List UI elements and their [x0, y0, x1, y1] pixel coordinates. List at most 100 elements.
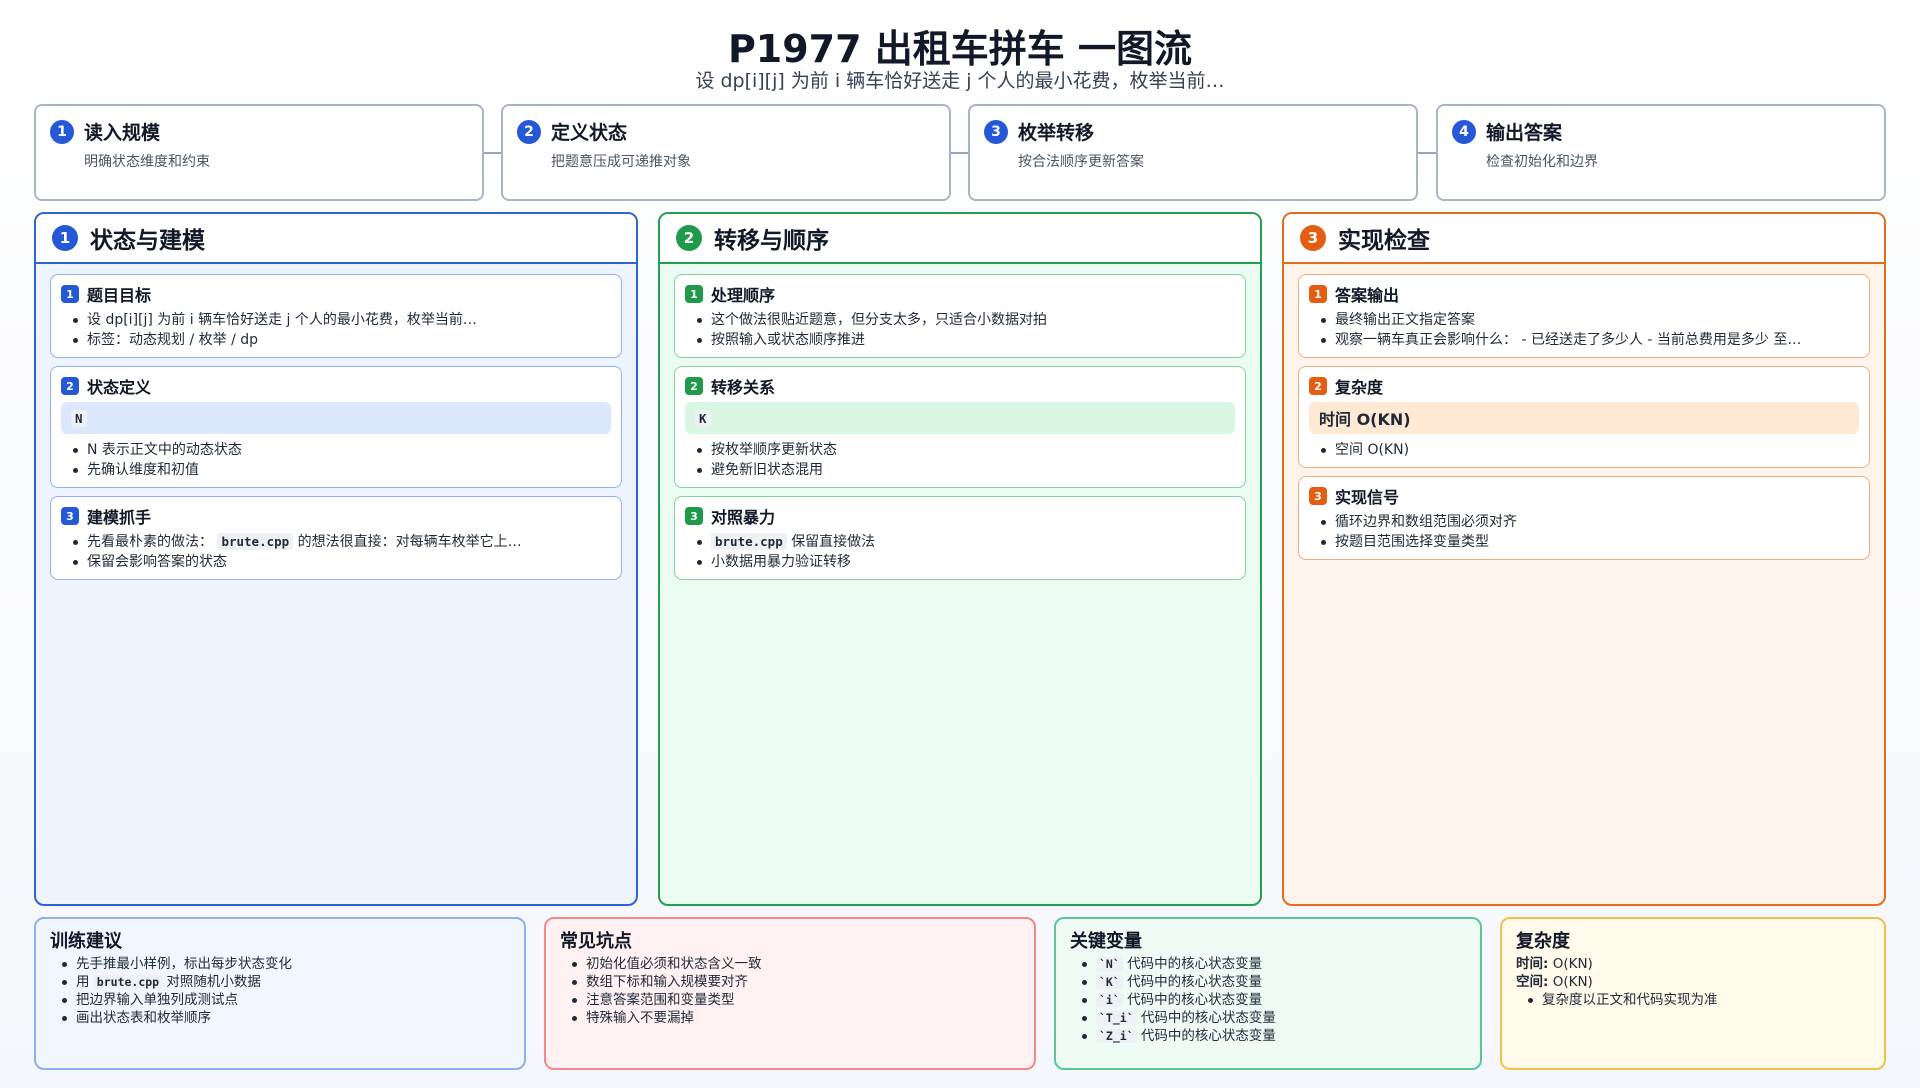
panel-title: 关键变量 [1070, 931, 1142, 952]
step-desc: 把题意压成可递推对象 [551, 154, 691, 170]
list-item: `Z_i` 代码中的核心状态变量 [1082, 1027, 1466, 1045]
list-item: 按照输入或状态顺序推进 [697, 330, 1235, 350]
card-number-badge: 3 [685, 507, 703, 525]
list-item: `K` 代码中的核心状态变量 [1082, 973, 1466, 991]
list-item: brute.cpp 保留直接做法 [697, 532, 1235, 552]
card-title: 题目目标 [87, 286, 152, 305]
step-desc: 检查初始化和边界 [1486, 154, 1598, 170]
step-desc: 按合法顺序更新答案 [1018, 154, 1144, 170]
page-subtitle: 设 dp[i][j] 为前 i 辆车恰好送走 j 个人的最小花费，枚举当前… [695, 70, 1225, 92]
card-brute-force: 3 对照暴力 brute.cpp 保留直接做法 小数据用暴力验证转移 [674, 496, 1246, 580]
card-answer-output: 1 答案输出 最终输出正文指定答案 观察一辆车真正会影响什么： - 已经送走了多… [1298, 274, 1870, 358]
list-item: 按枚举顺序更新状态 [697, 440, 1235, 460]
card-title: 实现信号 [1335, 488, 1400, 507]
card-number-badge: 3 [1309, 487, 1327, 505]
code-snippet: `K` [1096, 975, 1123, 989]
step-desc: 明确状态维度和约束 [84, 154, 210, 170]
code-snippet: N [71, 409, 87, 427]
card-order: 1 处理顺序 这个做法很贴近题意，但分支太多，只适合小数据对拍 按照输入或状态顺… [674, 274, 1246, 358]
list-item: 注意答案范围和变量类型 [572, 991, 1020, 1009]
space-complexity: 空间: O(KN) [1516, 974, 1593, 990]
card-impl-signal: 3 实现信号 循环边界和数组范围必须对齐 按题目范围选择变量类型 [1298, 476, 1870, 560]
panel-key-variables: 关键变量 `N` 代码中的核心状态变量 `K` 代码中的核心状态变量 `i` 代… [1054, 917, 1482, 1070]
list-item: 这个做法很贴近题意，但分支太多，只适合小数据对拍 [697, 310, 1235, 330]
panel-title: 常见坑点 [560, 931, 632, 952]
column-header: 2 转移与顺序 [660, 214, 1260, 264]
card-goal: 1 题目目标 设 dp[i][j] 为前 i 辆车恰好送走 j 个人的最小花费，… [50, 274, 622, 358]
column-header: 1 状态与建模 [36, 214, 636, 264]
step-card-4: 4 输出答案 检查初始化和边界 [1436, 104, 1886, 201]
list-item: N 表示正文中的动态状态 [73, 440, 611, 460]
column-number-badge: 3 [1300, 225, 1326, 251]
step-title: 输出答案 [1486, 122, 1563, 144]
list-item: 用 brute.cpp 对照随机小数据 [62, 973, 510, 991]
step-card-3: 3 枚举转移 按合法顺序更新答案 [968, 104, 1418, 201]
column-title: 状态与建模 [90, 228, 205, 254]
list-item: 避免新旧状态混用 [697, 460, 1235, 480]
step-title: 定义状态 [551, 122, 628, 144]
card-number-badge: 2 [1309, 377, 1327, 395]
steps-row: 1 读入规模 明确状态维度和约束 2 定义状态 把题意压成可递推对象 3 枚举转… [34, 104, 1886, 201]
column-number-badge: 1 [52, 225, 78, 251]
list-item: 先看最朴素的做法： brute.cpp 的想法很直接：对每辆车枚举它上… [73, 532, 611, 552]
panel-title: 训练建议 [50, 931, 122, 952]
card-title: 答案输出 [1335, 286, 1400, 305]
code-snippet: `Z_i` [1096, 1029, 1137, 1043]
panel-training-tips: 训练建议 先手推最小样例，标出每步状态变化 用 brute.cpp 对照随机小数… [34, 917, 526, 1070]
list-item: 复杂度以正文和代码实现为准 [1528, 991, 1870, 1009]
list-item: 小数据用暴力验证转移 [697, 552, 1235, 572]
list-item: 设 dp[i][j] 为前 i 辆车恰好送走 j 个人的最小花费，枚举当前… [73, 310, 611, 330]
list-item: 空间 O(KN) [1321, 440, 1859, 460]
card-complexity: 2 复杂度 时间 O(KN) 空间 O(KN) [1298, 366, 1870, 468]
panel-complexity: 复杂度 时间: O(KN) 空间: O(KN) 复杂度以正文和代码实现为准 [1500, 917, 1886, 1070]
list-item: 把边界输入单独列成测试点 [62, 991, 510, 1009]
code-snippet: brute.cpp [93, 975, 163, 989]
list-item: 先确认维度和初值 [73, 460, 611, 480]
step-number-badge: 2 [517, 119, 541, 144]
step-card-1: 1 读入规模 明确状态维度和约束 [34, 104, 484, 201]
card-state-def: 2 状态定义 N N 表示正文中的动态状态 先确认维度和初值 [50, 366, 622, 488]
card-title: 状态定义 [87, 378, 152, 397]
column-title: 实现检查 [1338, 228, 1430, 254]
column-title: 转移与顺序 [714, 228, 829, 254]
card-number-badge: 1 [1309, 285, 1327, 303]
code-snippet: `i` [1096, 993, 1123, 1007]
list-item: `N` 代码中的核心状态变量 [1082, 955, 1466, 973]
card-title: 建模抓手 [87, 508, 152, 527]
code-snippet: `T_i` [1096, 1011, 1137, 1025]
page-title: P1977 出租车拼车 一图流 [727, 27, 1193, 71]
list-item: 特殊输入不要漏掉 [572, 1009, 1020, 1027]
list-item: 先手推最小样例，标出每步状态变化 [62, 955, 510, 973]
complexity-highlight: 时间 O(KN) [1309, 402, 1859, 434]
column-number-badge: 2 [676, 225, 702, 251]
panel-pitfalls: 常见坑点 初始化值必须和状态含义一致 数组下标和输入规模要对齐 注意答案范围和变… [544, 917, 1036, 1070]
step-title: 枚举转移 [1018, 122, 1095, 144]
list-item: 循环边界和数组范围必须对齐 [1321, 512, 1859, 532]
list-item: `T_i` 代码中的核心状态变量 [1082, 1009, 1466, 1027]
code-snippet: brute.cpp [711, 533, 787, 550]
list-item: 初始化值必须和状态含义一致 [572, 955, 1020, 973]
list-item: 观察一辆车真正会影响什么： - 已经送走了多少人 - 当前总费用是多少 至… [1321, 330, 1859, 350]
code-snippet: `N` [1096, 957, 1123, 971]
card-modeling-hook: 3 建模抓手 先看最朴素的做法： brute.cpp 的想法很直接：对每辆车枚举… [50, 496, 622, 580]
panel-title: 复杂度 [1516, 931, 1570, 952]
list-item: 保留会影响答案的状态 [73, 552, 611, 572]
card-number-badge: 1 [61, 285, 79, 303]
list-item: 数组下标和输入规模要对齐 [572, 973, 1020, 991]
step-number-badge: 1 [50, 119, 74, 144]
code-snippet: brute.cpp [217, 533, 294, 550]
card-title: 复杂度 [1335, 378, 1384, 397]
column-implementation: 3 实现检查 1 答案输出 最终输出正文指定答案 观察一辆车真正会影响什么： -… [1282, 212, 1886, 906]
code-highlight: N [61, 402, 611, 434]
card-number-badge: 3 [61, 507, 79, 525]
column-transition: 2 转移与顺序 1 处理顺序 这个做法很贴近题意，但分支太多，只适合小数据对拍 … [658, 212, 1262, 906]
step-title: 读入规模 [84, 122, 161, 144]
code-snippet: K [695, 409, 711, 427]
card-number-badge: 2 [685, 377, 703, 395]
column-modeling: 1 状态与建模 1 题目目标 设 dp[i][j] 为前 i 辆车恰好送走 j … [34, 212, 638, 906]
list-item: 画出状态表和枚举顺序 [62, 1009, 510, 1027]
step-number-badge: 3 [984, 119, 1008, 144]
step-card-2: 2 定义状态 把题意压成可递推对象 [501, 104, 951, 201]
list-item: 标签：动态规划 / 枚举 / dp [73, 330, 611, 350]
card-number-badge: 1 [685, 285, 703, 303]
